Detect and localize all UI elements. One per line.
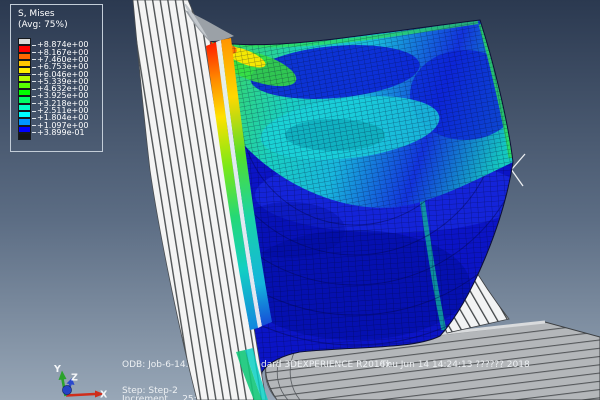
legend-tick: [32, 59, 36, 60]
abaqus-viewport: ODB: Job-6-14.odb Abaqus/Standard 3DEXPE…: [0, 0, 600, 400]
legend-swatch: [18, 133, 31, 140]
z-axis-label: Z: [71, 373, 78, 384]
x-axis-label: X: [100, 390, 108, 400]
legend-swatch: [18, 104, 31, 111]
legend-tick: [32, 67, 36, 68]
datetime-label: Thu Jun 14 14:24:13 ?????? 2018: [380, 360, 530, 370]
triad-origin-sphere: [62, 385, 71, 394]
legend-swatch: [18, 111, 31, 118]
legend-tick: [32, 103, 36, 104]
x-axis-arrow: [66, 394, 95, 396]
legend-swatch: [18, 75, 31, 82]
legend-swatch: [18, 82, 31, 89]
legend-tick: [32, 45, 36, 46]
legend-tick: [32, 74, 36, 75]
legend-tick: [32, 111, 36, 112]
legend-swatch: [18, 118, 31, 125]
legend-tick: [32, 52, 36, 53]
legend-tick: [32, 81, 36, 82]
legend-swatch: [18, 45, 31, 52]
legend-swatch: [18, 67, 31, 74]
contour-legend: S, Mises (Avg: 75%) +8.874e+00+8.167e+00…: [10, 4, 103, 152]
legend-tick: [32, 96, 36, 97]
legend-swatch: [18, 38, 31, 45]
legend-tick: [32, 125, 36, 126]
legend-tick: [32, 89, 36, 90]
legend-title: S, Mises: [18, 9, 55, 19]
legend-swatch: [18, 96, 31, 103]
legend-tick: [32, 118, 36, 119]
legend-swatch: [18, 60, 31, 67]
y-axis-label: Y: [53, 364, 61, 375]
legend-swatch: [18, 89, 31, 96]
legend-swatch: [18, 53, 31, 60]
legend-subtitle: (Avg: 75%): [18, 20, 68, 30]
legend-tick: [32, 132, 36, 133]
legend-swatch: [18, 126, 31, 133]
legend-value: +3.899e-01: [37, 129, 85, 137]
